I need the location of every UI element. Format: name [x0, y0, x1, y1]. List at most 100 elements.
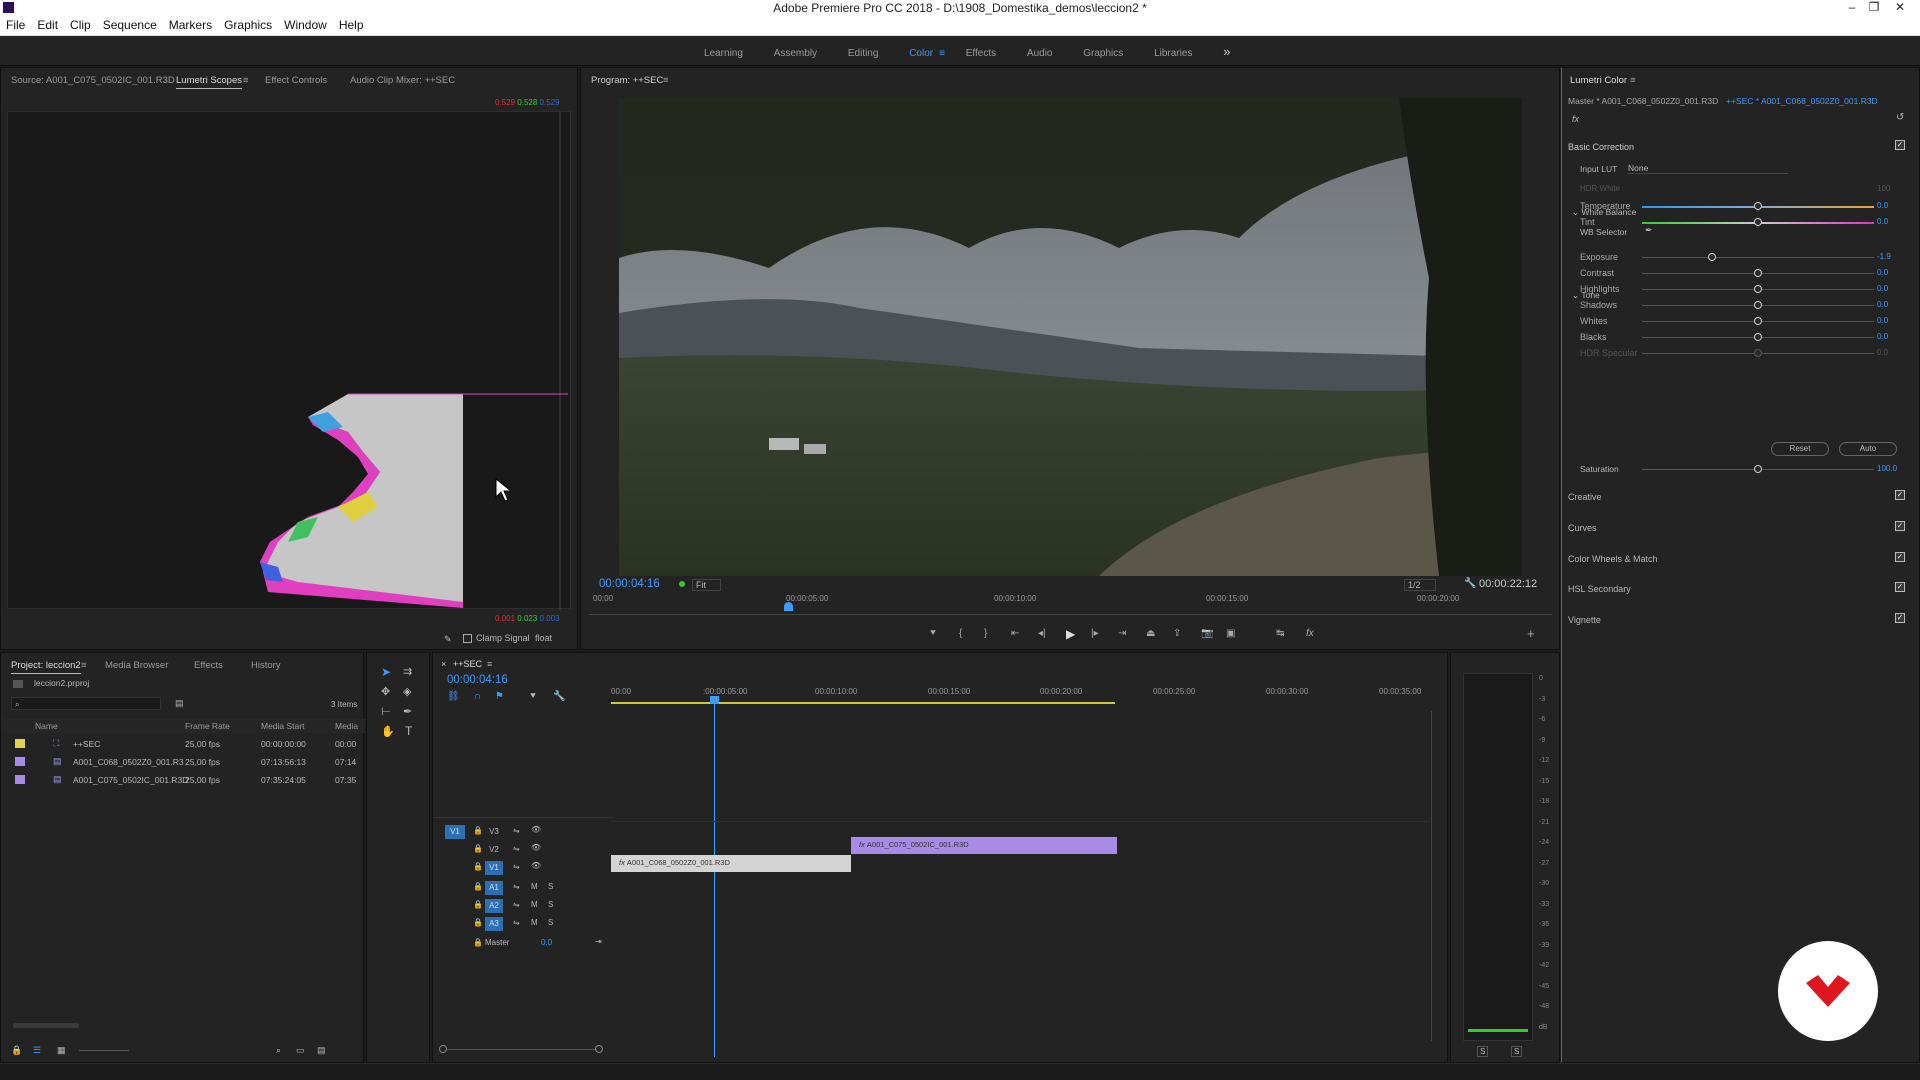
label-color-swatch[interactable] [15, 775, 25, 784]
tab-effect-controls[interactable]: Effect Controls [265, 75, 327, 86]
menu-help[interactable]: Help [333, 16, 370, 32]
mute-button[interactable]: M [531, 900, 538, 909]
label-color-swatch[interactable] [15, 739, 25, 748]
eye-icon[interactable]: 👁 [531, 861, 541, 870]
ripple-edit-tool-icon[interactable]: ✥ [381, 685, 390, 698]
workspace-assembly[interactable]: Assembly [774, 48, 817, 59]
project-row[interactable]: ⛶ ++SEC 25,00 fps 00:00:00:00 00:00 [1, 736, 365, 752]
sync-lock-icon[interactable]: ⇋ [513, 862, 520, 871]
wrench-icon[interactable]: 🔧 [1464, 578, 1476, 589]
track-header[interactable]: 🔒 V1 ⇋ 👁 [433, 861, 613, 877]
mark-in-icon[interactable]: { [959, 628, 962, 639]
sync-lock-icon[interactable]: ⇋ [513, 844, 520, 853]
reset-effect-icon[interactable]: ↺ [1896, 112, 1904, 123]
sequence-menu-icon[interactable]: ≡ [487, 659, 492, 669]
track-header[interactable]: V1 🔒 V3 ⇋ 👁 [433, 825, 613, 841]
temperature-value[interactable]: 0.0 [1877, 201, 1888, 210]
resolution-dropdown[interactable]: 1/2 [1404, 579, 1436, 591]
master-expand-icon[interactable]: ⇥ [595, 937, 602, 946]
source-patch-v1[interactable]: V1 [445, 825, 465, 839]
track-header[interactable]: 🔒 A2 ⇋ M S [433, 899, 613, 915]
whites-value[interactable]: 0.0 [1877, 316, 1888, 325]
input-lut-dropdown[interactable]: None [1628, 163, 1788, 174]
sync-lock-icon[interactable]: ⇋ [513, 826, 520, 835]
saturation-knob[interactable] [1754, 465, 1762, 473]
add-marker-icon[interactable]: ⯆ [929, 628, 937, 639]
master-clip-label[interactable]: Master * A001_C068_0502Z0_001.R3D [1568, 96, 1718, 106]
hsl-secondary-section[interactable]: HSL Secondary [1568, 584, 1631, 594]
master-volume-value[interactable]: 0.0 [541, 938, 552, 947]
track-lock-icon[interactable]: 🔒 [473, 900, 483, 909]
lift-icon[interactable]: ⏏ [1146, 628, 1155, 639]
project-row[interactable]: ▤ A001_C068_0502Z0_001.R3 25,00 fps 07:13:5… [1, 754, 365, 770]
eye-icon[interactable]: 👁 [531, 825, 541, 834]
track-lock-icon[interactable]: 🔒 [473, 882, 483, 891]
master-track-header[interactable]: 🔒 Master 0.0 ⇥ [433, 937, 613, 953]
timeline-scrollbar[interactable] [447, 1049, 597, 1050]
new-item-icon[interactable]: ▤ [317, 1045, 326, 1056]
track-target[interactable]: A2 [485, 899, 503, 913]
pen-tool-icon[interactable]: ✒ [403, 705, 412, 718]
export-frame-icon[interactable]: 📷 [1201, 628, 1213, 639]
exposure-slider[interactable] [1642, 257, 1874, 258]
curves-section[interactable]: Curves [1568, 523, 1597, 533]
slip-tool-icon[interactable]: ⊢ [381, 705, 391, 718]
timeline-zoom-start[interactable] [439, 1045, 447, 1053]
track-header[interactable]: 🔒 A1 ⇋ M S [433, 881, 613, 897]
tab-effects[interactable]: Effects [194, 660, 223, 671]
temperature-knob[interactable] [1754, 202, 1762, 210]
blacks-value[interactable]: 0.0 [1877, 332, 1888, 341]
menu-window[interactable]: Window [278, 16, 333, 32]
scope-settings-icon[interactable]: ✎ [444, 634, 452, 645]
timeline-tool-icons[interactable]: ⛓∩⚑ [447, 691, 518, 702]
col-name[interactable]: Name [35, 721, 58, 731]
comparison-view-icon[interactable]: ▣ [1226, 628, 1235, 639]
workspace-effects[interactable]: Effects [966, 48, 996, 59]
lumetri-menu-icon[interactable]: ≡ [1630, 75, 1636, 86]
extract-icon[interactable]: ⇪ [1173, 628, 1181, 639]
menu-sequence[interactable]: Sequence [97, 16, 163, 32]
basic-correction-checkbox[interactable]: ✓ [1895, 140, 1905, 150]
shadows-value[interactable]: 0.0 [1877, 300, 1888, 309]
sync-lock-icon[interactable]: ⇋ [513, 918, 520, 927]
sequence-tab[interactable]: ++SEC [453, 659, 482, 669]
track-select-tool-icon[interactable]: ⇉ [403, 665, 412, 678]
close-sequence-icon[interactable]: × [441, 659, 446, 669]
sync-lock-icon[interactable]: ⇋ [513, 882, 520, 891]
fx-icon[interactable]: fx [1306, 628, 1314, 639]
step-back-icon[interactable]: ◂| [1038, 628, 1046, 639]
program-video-frame[interactable] [619, 98, 1522, 576]
tint-knob[interactable] [1754, 218, 1762, 226]
tab-source[interactable]: Source: A001_C075_0502IC_001.R3D [11, 75, 175, 86]
color-wheels-section[interactable]: Color Wheels & Match [1568, 554, 1658, 564]
icon-view-icon[interactable]: ▦ [57, 1045, 66, 1056]
workspace-audio[interactable]: Audio [1027, 48, 1053, 59]
sync-lock-icon[interactable]: ⇋ [513, 900, 520, 909]
track-lock-icon[interactable]: 🔒 [473, 844, 483, 853]
vignette-checkbox[interactable]: ✓ [1895, 613, 1905, 623]
tab-audio-clip-mixer[interactable]: Audio Clip Mixer: ++SEC [350, 75, 455, 86]
close-icon[interactable]: ✕ [1888, 0, 1912, 14]
track-header[interactable]: 🔒 V2 ⇋ 👁 [433, 843, 613, 859]
button-editor-icon[interactable]: + [1527, 626, 1535, 641]
track-header[interactable]: 🔒 A3 ⇋ M S [433, 917, 613, 933]
tab-media-browser[interactable]: Media Browser [105, 660, 168, 671]
creative-checkbox[interactable]: ✓ [1895, 490, 1905, 500]
whites-knob[interactable] [1754, 317, 1762, 325]
exposure-value[interactable]: -1.9 [1877, 252, 1891, 261]
more-workspaces-icon[interactable]: » [1223, 44, 1230, 59]
go-to-out-icon[interactable]: ⇥ [1118, 628, 1126, 639]
solo-button[interactable]: S [548, 900, 553, 909]
zoom-slider[interactable] [79, 1050, 129, 1051]
track-lock-icon[interactable]: 🔒 [473, 826, 483, 835]
hsl-secondary-checkbox[interactable]: ✓ [1895, 582, 1905, 592]
col-frame-rate[interactable]: Frame Rate [185, 721, 230, 731]
blacks-knob[interactable] [1754, 333, 1762, 341]
track-target[interactable]: V2 [485, 843, 503, 857]
workspace-color[interactable]: Color [909, 48, 933, 59]
highlights-value[interactable]: 0.0 [1877, 284, 1888, 293]
program-scrub-bar[interactable] [589, 614, 1552, 615]
track-lock-icon[interactable]: 🔒 [473, 918, 483, 927]
go-to-in-icon[interactable]: ⇤ [1011, 628, 1019, 639]
menu-edit[interactable]: Edit [31, 16, 64, 32]
